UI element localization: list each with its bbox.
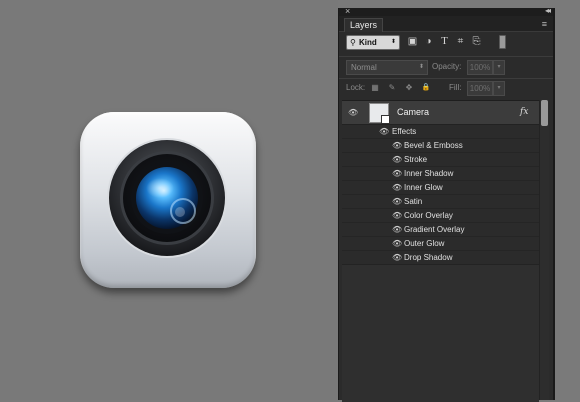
effect-row[interactable]: 👁 Inner Shadow (342, 167, 539, 181)
effect-row[interactable]: 👁 Stroke (342, 153, 539, 167)
scrollbar-thumb[interactable] (541, 100, 548, 126)
effect-label: Stroke (404, 155, 428, 164)
visibility-eye-icon[interactable]: 👁 (392, 211, 402, 221)
effect-row[interactable]: 👁 Outer Glow (342, 237, 539, 251)
camera-lens-icon (107, 138, 227, 258)
select-arrows-icon: ⬍ (390, 39, 396, 45)
type-layer-filter-icon[interactable]: T (438, 35, 451, 48)
panel-menu-icon[interactable]: ≡ (542, 19, 547, 29)
effect-label: Drop Shadow (404, 253, 453, 262)
effect-label: Outer Glow (404, 239, 445, 248)
visibility-eye-icon[interactable]: 👁 (392, 253, 402, 263)
visibility-eye-icon[interactable]: 👁 (392, 155, 402, 165)
layers-panel: × ◂◂ Layers ≡ ⚲ Kind ⬍ ▣ ◑ T ⌗ ⎘ Normal … (338, 6, 555, 402)
effect-label: Color Overlay (404, 211, 453, 220)
effects-header-row[interactable]: 👁 Effects (342, 125, 539, 139)
fill-dropdown-icon[interactable]: ▾ (493, 81, 505, 96)
effects-label: Effects (392, 127, 417, 136)
layer-filter-row: ⚲ Kind ⬍ ▣ ◑ T ⌗ ⎘ (339, 32, 553, 54)
filter-kind-select[interactable]: ⚲ Kind ⬍ (346, 35, 400, 50)
lock-position-icon[interactable]: ✥ (404, 83, 414, 93)
filter-toggle-switch[interactable] (499, 35, 506, 49)
visibility-eye-icon[interactable]: 👁 (392, 183, 402, 193)
layer-row-camera[interactable]: 👁 Camera fx (342, 101, 539, 125)
pixel-layer-filter-icon[interactable]: ▣ (406, 35, 419, 48)
effect-row[interactable]: 👁 Satin (342, 195, 539, 209)
filter-kind-label: Kind (359, 38, 377, 47)
opacity-dropdown-icon[interactable]: ▾ (493, 60, 505, 75)
opacity-label: Opacity: (432, 62, 462, 71)
select-arrows-icon: ⬍ (418, 64, 424, 70)
layers-empty-area[interactable] (342, 264, 539, 402)
fill-label: Fill: (449, 83, 462, 92)
lock-label: Lock: (346, 83, 366, 92)
camera-app-icon (80, 112, 256, 288)
lock-row: Lock: ▦ ✎ ✥ 🔒 Fill: 100% ▾ (339, 78, 553, 97)
lock-all-icon[interactable]: 🔒 (421, 83, 431, 93)
lock-transparent-pixels-icon[interactable]: ▦ (370, 83, 380, 93)
effect-row[interactable]: 👁 Gradient Overlay (342, 223, 539, 237)
visibility-eye-icon[interactable]: 👁 (392, 141, 402, 151)
fill-field[interactable]: 100% (467, 81, 493, 96)
effect-label: Inner Shadow (404, 169, 454, 178)
visibility-eye-icon[interactable]: 👁 (392, 239, 402, 249)
visibility-eye-icon[interactable]: 👁 (392, 169, 402, 179)
visibility-eye-icon[interactable]: 👁 (348, 108, 358, 118)
visibility-eye-icon[interactable]: 👁 (392, 225, 402, 235)
shape-layer-filter-icon[interactable]: ⌗ (454, 35, 467, 48)
effect-label: Satin (404, 197, 423, 206)
blend-mode-select[interactable]: Normal ⬍ (346, 60, 428, 75)
layers-scrollbar[interactable] (539, 100, 549, 400)
collapse-panel-icon[interactable]: ◂◂ (545, 6, 551, 16)
effect-row[interactable]: 👁 Color Overlay (342, 209, 539, 223)
layer-name[interactable]: Camera (397, 101, 429, 124)
tab-layers[interactable]: Layers (344, 18, 384, 32)
close-icon[interactable]: × (345, 6, 350, 16)
document-canvas[interactable] (0, 0, 338, 400)
effect-label: Inner Glow (404, 183, 443, 192)
panel-title-bar: × ◂◂ (339, 6, 553, 16)
visibility-eye-icon[interactable]: 👁 (392, 197, 402, 207)
fx-icon[interactable]: fx (520, 101, 528, 124)
smart-object-badge-icon (381, 115, 390, 124)
layer-thumbnail (369, 103, 390, 124)
effect-row[interactable]: 👁 Inner Glow (342, 181, 539, 195)
panel-tab-strip: Layers ≡ (339, 16, 553, 32)
adjustment-layer-filter-icon[interactable]: ◑ (422, 35, 435, 48)
opacity-field[interactable]: 100% (467, 60, 493, 75)
effect-row[interactable]: 👁 Bevel & Emboss (342, 139, 539, 153)
blend-row: Normal ⬍ Opacity: 100% ▾ (339, 56, 553, 75)
blend-mode-value: Normal (351, 63, 377, 72)
smart-object-filter-icon[interactable]: ⎘ (470, 35, 483, 48)
visibility-eye-icon[interactable]: 👁 (379, 127, 389, 137)
search-icon: ⚲ (350, 38, 356, 47)
effect-row[interactable]: 👁 Drop Shadow (342, 251, 539, 265)
effect-label: Gradient Overlay (404, 225, 465, 234)
lock-image-pixels-icon[interactable]: ✎ (387, 83, 397, 93)
layers-list: 👁 Camera fx 👁 Effects 👁 Bevel & Emboss 👁… (342, 100, 539, 402)
effect-label: Bevel & Emboss (404, 141, 463, 150)
